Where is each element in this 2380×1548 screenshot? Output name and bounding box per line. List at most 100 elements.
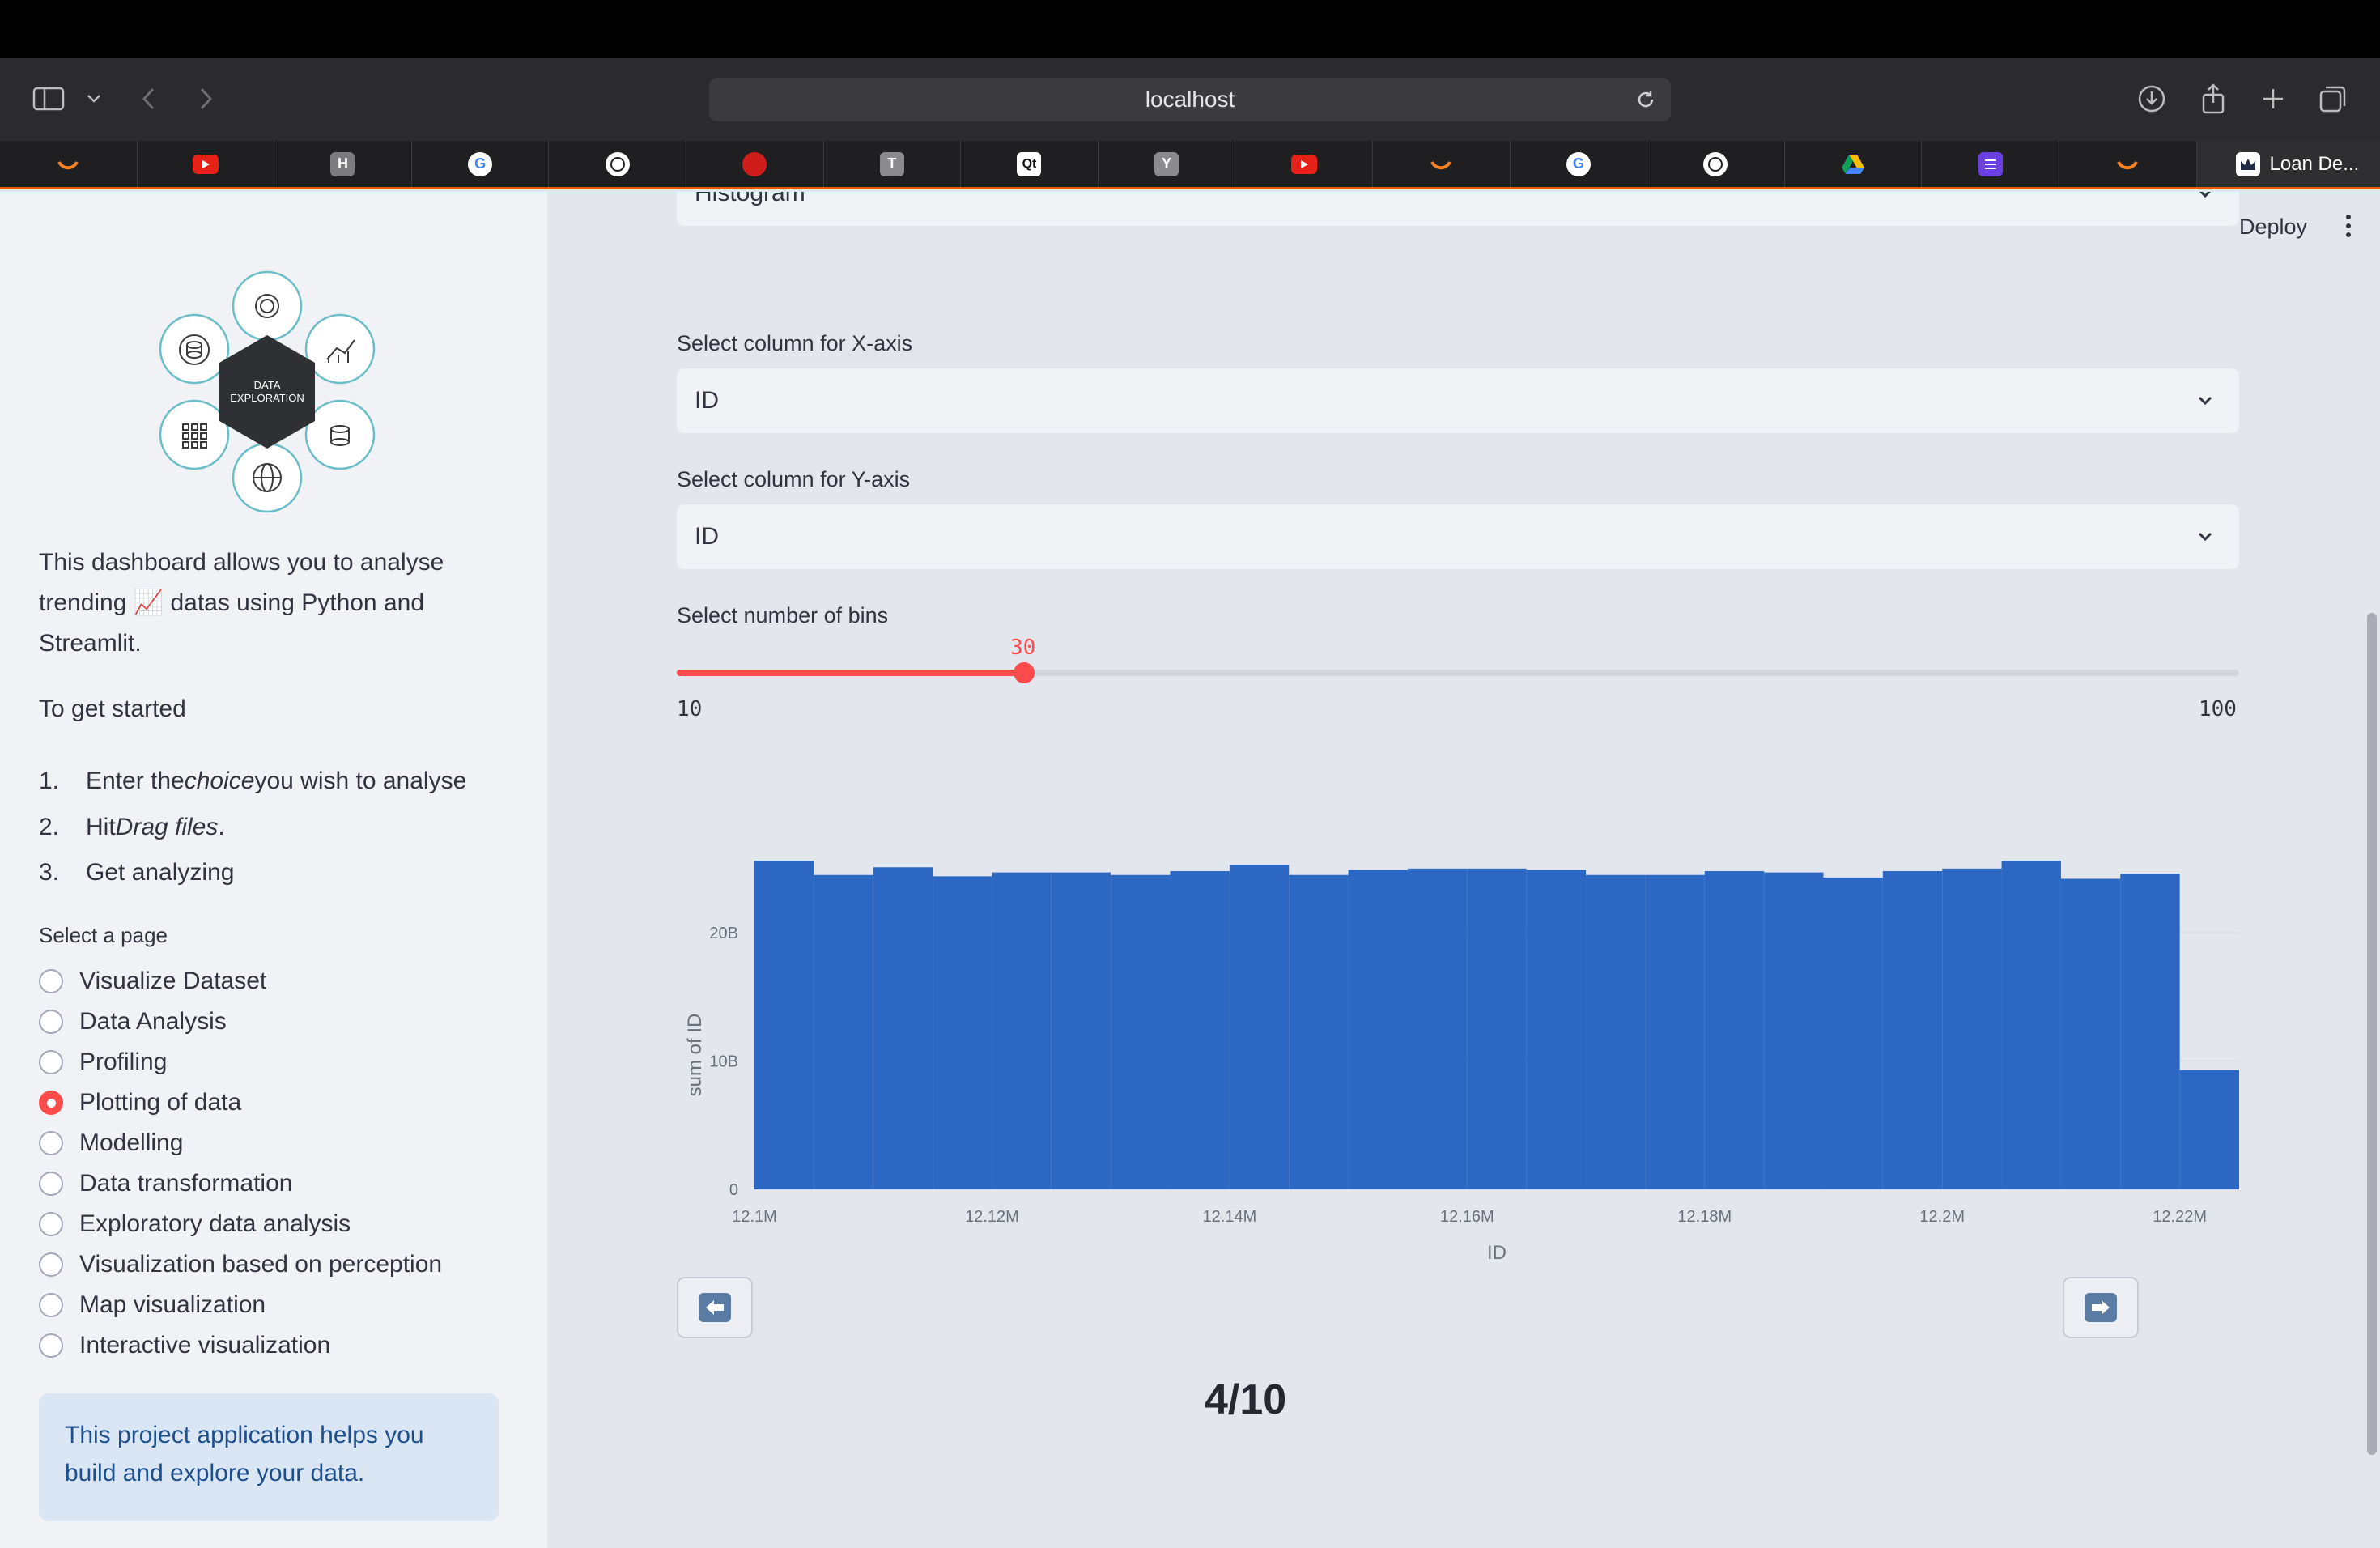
page-radio-label: Profiling [79,1048,168,1075]
address-bar[interactable]: localhost [709,78,1671,121]
x-axis-select[interactable]: ID [677,368,2239,433]
sidebar: DATA EXPLORATION This dashboard allows y… [0,192,547,1548]
radio-button[interactable] [39,1010,63,1034]
radio-button[interactable] [39,1172,63,1196]
step-text: Get analyzing [86,859,235,887]
histogram-bar [1348,870,1408,1189]
browser-tab[interactable]: G [412,141,550,187]
bins-slider-track[interactable] [677,662,2239,683]
get-started-heading: To get started [39,695,186,722]
radio-button[interactable] [39,969,63,993]
browser-tab[interactable] [0,141,138,187]
radio-button[interactable] [39,1091,63,1115]
page-radio-item[interactable]: Interactive visualization [39,1325,442,1366]
google-icon: G [1566,151,1591,176]
deploy-button[interactable]: Deploy [2231,211,2315,243]
page-radio-item[interactable]: Visualization based on perception [39,1244,442,1285]
bins-slider-max: 100 [2199,697,2237,721]
page-radio-label: Exploratory data analysis [79,1210,351,1237]
browser-tab[interactable]: H [274,141,412,187]
tab-overview-icon[interactable] [2310,76,2356,121]
bins-slider-fill [677,670,1024,676]
share-icon[interactable] [2191,76,2236,121]
page-counter: 4/10 [1205,1376,1287,1423]
chevron-down-icon [2199,192,2212,198]
download-icon[interactable] [2129,76,2174,121]
browser-tab[interactable] [549,141,686,187]
browser-tab[interactable]: Y [1099,141,1236,187]
reload-icon[interactable] [1632,86,1660,113]
y-tick-label: 0 [729,1181,738,1199]
page-radio-label: Visualize Dataset [79,968,267,994]
chevron-down-icon[interactable] [71,76,117,121]
histogram-bar [2060,878,2121,1189]
orange-arc-icon [2115,152,2140,176]
step-number: 3. [39,859,60,887]
steps-list: 1. Enter the choice you wish to analyse 2… [39,759,466,896]
bins-label: Select number of bins [677,603,889,627]
browser-tab[interactable] [2059,141,2197,187]
vertical-scrollbar[interactable] [2367,613,2377,1455]
histogram-bar [1111,874,1171,1189]
openai-icon [605,151,630,176]
page-radio-group: Visualize Dataset Data Analysis Profiling P… [39,961,442,1366]
histogram-bar [2001,861,2061,1189]
chart-type-select[interactable]: Histogram [677,192,2239,226]
browser-tab[interactable] [1373,141,1511,187]
step-emphasis: Drag files [115,813,219,840]
page-radio-item[interactable]: Modelling [39,1123,442,1163]
new-tab-icon[interactable] [2250,76,2296,121]
radio-button[interactable] [39,1050,63,1074]
forward-icon[interactable] [183,76,228,121]
main-content: Deploy Histogram Select column for X-axi… [547,192,2380,1548]
youtube-icon [1290,154,1317,174]
browser-tab[interactable] [1647,141,1785,187]
histogram-chart: 0 10B 20B 12.1M 12.12M 12.14M 12.16M 12.18M 12.2… [684,861,2239,1264]
browser-tab[interactable] [1235,141,1373,187]
page-radio-label: Data Analysis [79,1008,227,1035]
page-radio-item[interactable]: Map visualization [39,1285,442,1325]
histogram-bar [992,872,1052,1189]
next-page-button[interactable] [2063,1277,2139,1338]
histogram-bar [873,867,933,1189]
histogram-bar [1764,872,1824,1189]
browser-tab[interactable] [686,141,824,187]
browser-tab[interactable]: T [824,141,962,187]
page-radio-item[interactable]: Profiling [39,1042,442,1082]
page-radio-item[interactable]: Data transformation [39,1163,442,1204]
sidebar-toggle-icon[interactable] [26,76,71,121]
histogram-bar [1289,874,1349,1189]
browser-tab[interactable] [138,141,275,187]
browser-tab[interactable]: G [1511,141,1648,187]
histogram-bar [1526,870,1587,1189]
page-radio-item[interactable]: Plotting of data [39,1082,442,1123]
browser-tab[interactable]: Qt [961,141,1099,187]
more-menu-icon[interactable] [2336,211,2361,240]
back-icon[interactable] [126,76,172,121]
bins-slider-thumb[interactable] [1013,662,1035,683]
radio-button[interactable] [39,1252,63,1277]
histogram-bar [1229,865,1290,1189]
tab-strip: H G T Qt Y G Loan De... [0,141,2380,189]
y-tick-label: 20B [709,925,738,942]
y-axis-select[interactable]: ID [677,504,2239,569]
previous-page-button[interactable] [677,1277,753,1338]
browser-tab[interactable] [1785,141,1923,187]
browser-tab[interactable] [1922,141,2059,187]
chart-icon [1703,151,1728,176]
radio-button[interactable] [39,1293,63,1317]
radio-button[interactable] [39,1131,63,1155]
arrow-right-icon [2085,1293,2117,1322]
y-axis-label: Select column for Y-axis [677,467,911,491]
browser-toolbar: localhost [0,58,2380,141]
page-radio-item[interactable]: Data Analysis [39,1002,442,1042]
step-text-end: you wish to analyse [254,768,467,795]
radio-button[interactable] [39,1212,63,1236]
browser-tab-active[interactable]: Loan De... [2196,141,2380,187]
arrow-left-icon [699,1293,731,1322]
h-icon: H [330,151,355,176]
page-radio-item[interactable]: Visualize Dataset [39,961,442,1002]
radio-button[interactable] [39,1333,63,1358]
page-radio-item[interactable]: Exploratory data analysis [39,1204,442,1244]
drive-icon [1841,152,1865,176]
